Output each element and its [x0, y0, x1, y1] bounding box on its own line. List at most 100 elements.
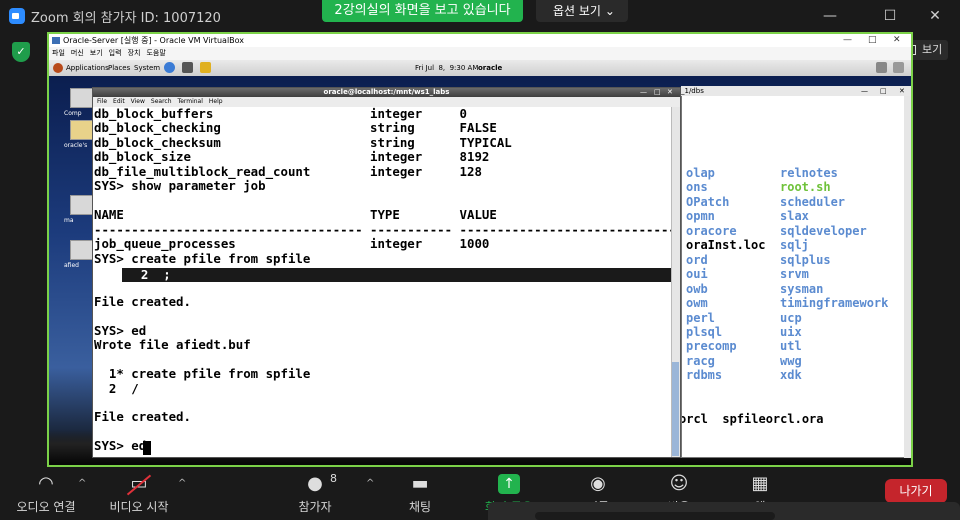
terminal-dbs-title: _1/dbs — □ ✕	[681, 86, 911, 96]
vbox-menu-view[interactable]: 보기	[90, 49, 103, 57]
zoom-logo-icon	[9, 8, 25, 24]
terminal-menu-view[interactable]: View	[131, 98, 145, 105]
terminal-menu-search[interactable]: Search	[151, 98, 172, 105]
security-shield-icon[interactable]: ✓	[12, 42, 30, 62]
chat-icon: ▬	[411, 473, 429, 494]
panel-user[interactable]: oracle	[478, 60, 502, 76]
terminal-minimize-icon[interactable]: —	[640, 88, 647, 97]
panel-applications-menu[interactable]: Applications	[66, 60, 109, 76]
chevron-down-icon: ⌄	[604, 4, 615, 18]
terminal-menu-edit[interactable]: Edit	[113, 98, 125, 105]
vbox-maximize-icon[interactable]: □	[868, 34, 877, 47]
terminal-line: SYS> ed	[94, 322, 147, 338]
close-icon[interactable]: ✕	[925, 6, 945, 26]
terminal-line: Wrote file afiedt.buf	[94, 337, 251, 353]
minimize-icon[interactable]: —	[820, 6, 840, 26]
vbox-menu-devices[interactable]: 장치	[128, 49, 141, 57]
terminal-line: File created.	[94, 293, 191, 309]
directory-listing-item: perl	[686, 310, 715, 325]
floating-panel-handle[interactable]	[535, 512, 775, 520]
terminal-maximize-icon[interactable]: □	[654, 88, 661, 97]
panel-system-menu[interactable]: System	[134, 60, 160, 76]
highlighted-input-text: 2 ;	[126, 267, 171, 282]
terminal-line: 1* create pfile from spfile	[94, 366, 311, 382]
chevron-up-icon[interactable]: ^	[178, 478, 186, 489]
directory-listing-item: ord	[686, 252, 708, 267]
toolbar-label: 오디오 연결	[16, 500, 76, 514]
term2-minimize-icon[interactable]: —	[861, 86, 868, 96]
apps-icon: ▦	[751, 473, 769, 494]
view-options-button[interactable]: 옵션 보기 ⌄	[536, 0, 628, 22]
directory-listing-item: olap	[686, 166, 715, 180]
network-icon[interactable]	[893, 62, 904, 73]
directory-listing-item: slax	[780, 209, 809, 224]
vbox-menu-input[interactable]: 입력	[109, 49, 122, 57]
terminal-close-icon[interactable]: ✕	[667, 88, 673, 97]
directory-listing-item: scheduler	[780, 194, 846, 209]
terminal-title: oracle@localhost:/mnt/ws1_labs	[93, 88, 680, 97]
toolbar-button-chat[interactable]: ▬ 채팅	[375, 470, 465, 516]
chevron-up-icon[interactable]: ^	[366, 478, 374, 489]
toolbar-button-participants[interactable]: ● 참가자 8	[270, 470, 360, 516]
directory-listing-item: sqlplus	[780, 252, 831, 267]
volume-icon[interactable]	[876, 62, 887, 73]
directory-listing-item: relnotes	[780, 166, 838, 180]
toolbar-label: 채팅	[408, 500, 432, 514]
terminal-dbs-title-text: _1/dbs	[681, 87, 704, 95]
term2-close-icon[interactable]: ✕	[899, 86, 905, 96]
vbox-menu-file[interactable]: 파일	[52, 49, 65, 57]
directory-listing-item: sqlj	[780, 238, 809, 253]
directory-listing-item: orcl spfileorcl.ora	[682, 412, 824, 426]
directory-listing-item: racg	[686, 353, 715, 368]
participants-icon: ●	[307, 473, 323, 494]
terminal-cursor	[143, 441, 151, 455]
terminal-dbs-scrollbar[interactable]	[904, 96, 911, 458]
panel-datetime[interactable]: Fri Jul 8, 9:30 AM	[415, 60, 478, 76]
terminal-menubar: File Edit View Search Terminal Help	[93, 97, 680, 107]
terminal-line: SYS> show parameter job	[94, 178, 266, 194]
toolbar-label: 비디오 시작	[109, 500, 169, 514]
vbox-menu-help[interactable]: 도움말	[146, 49, 165, 57]
zoom-window-title: Zoom 회의 참가자 ID: 1007120	[31, 11, 221, 26]
highlighted-input-line	[122, 268, 672, 282]
terminal-line: db_file_multiblock_read_count integer 12…	[94, 163, 482, 179]
directory-listing-item: utl	[780, 339, 802, 354]
toolbar-button-headphones[interactable]: ◠ 오디오 연결	[1, 470, 91, 516]
virtualbox-menu: 파일 머신 보기 입력 장치 도움말	[49, 47, 911, 60]
view-button-label: 보기	[922, 43, 943, 56]
vbox-menu-machine[interactable]: 머신	[71, 49, 84, 57]
terminal-body[interactable]: db_block_buffers integer 0 db_block_check…	[93, 107, 671, 457]
reaction-icon: ☺	[669, 473, 689, 494]
terminal-line: SYS> ed	[94, 438, 147, 454]
terminal-scrollbar-thumb[interactable]	[672, 362, 679, 456]
terminal-line: NAME TYPE VALUE	[94, 207, 497, 223]
directory-listing-item: precomp	[686, 339, 737, 354]
browser-icon[interactable]	[164, 62, 175, 73]
vbox-close-icon[interactable]: ✕	[893, 34, 901, 47]
terminal-menu-help[interactable]: Help	[209, 98, 223, 105]
terminal-menu-file[interactable]: File	[97, 98, 107, 105]
directory-listing-item: oracore	[686, 223, 737, 238]
toolbar-button-video-off[interactable]: ▭비디오 시작	[94, 470, 184, 516]
terminal-dbs-body[interactable]: olap ons OPatch opmn oracore oraInst.loc ord ou…	[682, 96, 904, 456]
notes-icon[interactable]	[200, 62, 211, 73]
terminal-line: SYS> create pfile from spfile	[94, 250, 311, 266]
maximize-icon[interactable]: ☐	[880, 6, 900, 26]
mail-icon[interactable]	[182, 62, 193, 73]
vbox-minimize-icon[interactable]: —	[843, 34, 852, 47]
directory-listing-item: ons	[686, 180, 708, 195]
chevron-up-icon[interactable]: ^	[78, 478, 86, 489]
directory-listing-item: owm	[686, 296, 708, 311]
terminal-line: File created.	[94, 409, 191, 425]
gnome-foot-icon[interactable]	[53, 63, 63, 73]
share-screen-icon: ↑	[498, 474, 520, 494]
panel-places-menu[interactable]: Places	[108, 60, 130, 76]
directory-listing-item: oraInst.loc	[686, 238, 766, 253]
terminal-menu-terminal[interactable]: Terminal	[178, 98, 203, 105]
directory-listing-item: opmn	[686, 209, 715, 224]
term2-maximize-icon[interactable]: □	[880, 86, 887, 96]
participant-count: 8	[330, 472, 337, 485]
leave-button[interactable]: 나가기	[885, 479, 947, 503]
terminal-line: 2 /	[94, 380, 139, 396]
terminal-line: ------------------------------------ ---…	[94, 221, 671, 237]
